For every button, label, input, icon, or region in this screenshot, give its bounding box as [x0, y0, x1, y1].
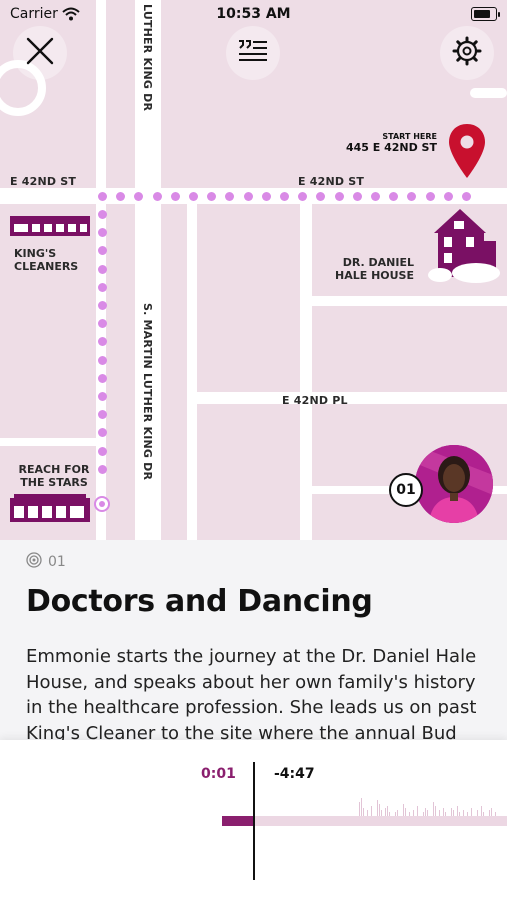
route-dot [152, 192, 162, 201]
waveform-bar [359, 802, 360, 816]
street-label-e42nd-right: E 42ND ST [298, 175, 365, 188]
stop-title: Doctors and Dancing [26, 584, 373, 619]
close-icon [25, 36, 55, 70]
street-label-e42nd-left: E 42ND ST [10, 175, 77, 188]
transcript-icon [237, 37, 269, 69]
road-mid-vertical [300, 204, 312, 540]
waveform-bar [451, 808, 452, 816]
reach-for-stars-icon[interactable] [10, 494, 92, 528]
hale-house-icon[interactable] [420, 207, 500, 287]
route-dot [334, 192, 344, 201]
status-bar: Carrier 10:53 AM [0, 0, 507, 28]
waveform-bar [471, 808, 472, 816]
road-small-horizontal [312, 296, 507, 306]
route-dot [98, 373, 107, 383]
road-e42nd-pl [190, 392, 507, 404]
remaining-time: -4:47 [274, 766, 315, 782]
waveform [359, 798, 496, 816]
route-dot [98, 210, 107, 219]
route-dot [98, 264, 107, 274]
clock: 10:53 AM [216, 6, 291, 22]
elapsed-time: 0:01 [201, 766, 236, 782]
stop-indicator: 01 [26, 552, 66, 572]
waveform-bar [387, 806, 388, 816]
route-dot [189, 192, 198, 201]
target-icon [26, 552, 42, 572]
waveform-bar [417, 806, 418, 816]
waveform-bar [435, 806, 436, 816]
route-dot [280, 192, 289, 201]
waveform-bar [457, 806, 458, 816]
playhead[interactable] [253, 762, 255, 880]
route-dot [371, 192, 380, 201]
start-here-text: START HERE [382, 132, 437, 141]
route-dot [98, 446, 107, 456]
waveform-bar [363, 808, 364, 816]
waveform-bar [491, 808, 492, 816]
route-dot [98, 464, 107, 474]
route-dot [462, 192, 471, 201]
route-dot [243, 192, 253, 201]
waveform-bar [385, 808, 386, 816]
road-inner-vertical [187, 204, 197, 540]
route-dot [98, 355, 107, 365]
street-label-s-martin-luther-king: S. MARTIN LUTHER KING DR [141, 303, 154, 481]
route-end-marker [94, 496, 110, 512]
reach-for-stars-label: REACH FOR THE STARS [18, 463, 90, 489]
start-address: 445 E 42ND ST [345, 141, 437, 154]
waveform-bar [433, 802, 434, 816]
audio-player[interactable]: 0:01 -4:47 [0, 740, 507, 900]
route-dot [170, 192, 180, 201]
route-dot [443, 192, 453, 201]
route-dot [352, 192, 362, 201]
route-dot [98, 392, 107, 401]
narrator-avatar[interactable] [415, 445, 493, 523]
route-dot [98, 301, 107, 310]
stop-info-panel[interactable]: 01 Doctors and Dancing Emmonie starts th… [0, 540, 507, 740]
road-top-right [470, 88, 507, 98]
waveform-bar [379, 804, 380, 816]
kings-cleaners-label: KING'S CLEANERS [14, 247, 79, 273]
map[interactable]: E 42ND ST E 42ND ST LUTHER KING DR S. MA… [0, 0, 507, 540]
stop-number-badge: 01 [389, 473, 423, 507]
location-pin-icon[interactable] [447, 122, 487, 184]
stop-description: Emmonie starts the journey at the Dr. Da… [26, 646, 477, 740]
start-label: START HERE 445 E 42ND ST [346, 132, 437, 154]
scrubber-track[interactable] [255, 816, 507, 826]
scrubber-progress [222, 816, 255, 826]
route-dot [425, 192, 435, 201]
waveform-bar [405, 808, 406, 816]
street-label-e42nd-pl: E 42ND PL [282, 394, 348, 407]
waveform-bar [425, 808, 426, 816]
battery-icon [471, 7, 500, 21]
route-dot [261, 192, 271, 201]
waveform-bar [377, 800, 378, 816]
route-dot [98, 282, 107, 292]
waveform-bar [403, 804, 404, 816]
route-dot [98, 192, 107, 201]
close-button[interactable] [13, 26, 67, 80]
gear-icon [452, 36, 482, 70]
waveform-bar [371, 806, 372, 816]
kings-cleaners-icon[interactable] [10, 214, 90, 242]
waveform-bar [481, 806, 482, 816]
waveform-bar [443, 808, 444, 816]
transcript-button[interactable] [226, 26, 280, 80]
waveform-bar [361, 798, 362, 816]
settings-button[interactable] [440, 26, 494, 80]
stop-number: 01 [48, 554, 66, 570]
hale-house-label: DR. DANIEL HALE HOUSE [335, 256, 414, 282]
road-left-horizontal [0, 438, 96, 446]
